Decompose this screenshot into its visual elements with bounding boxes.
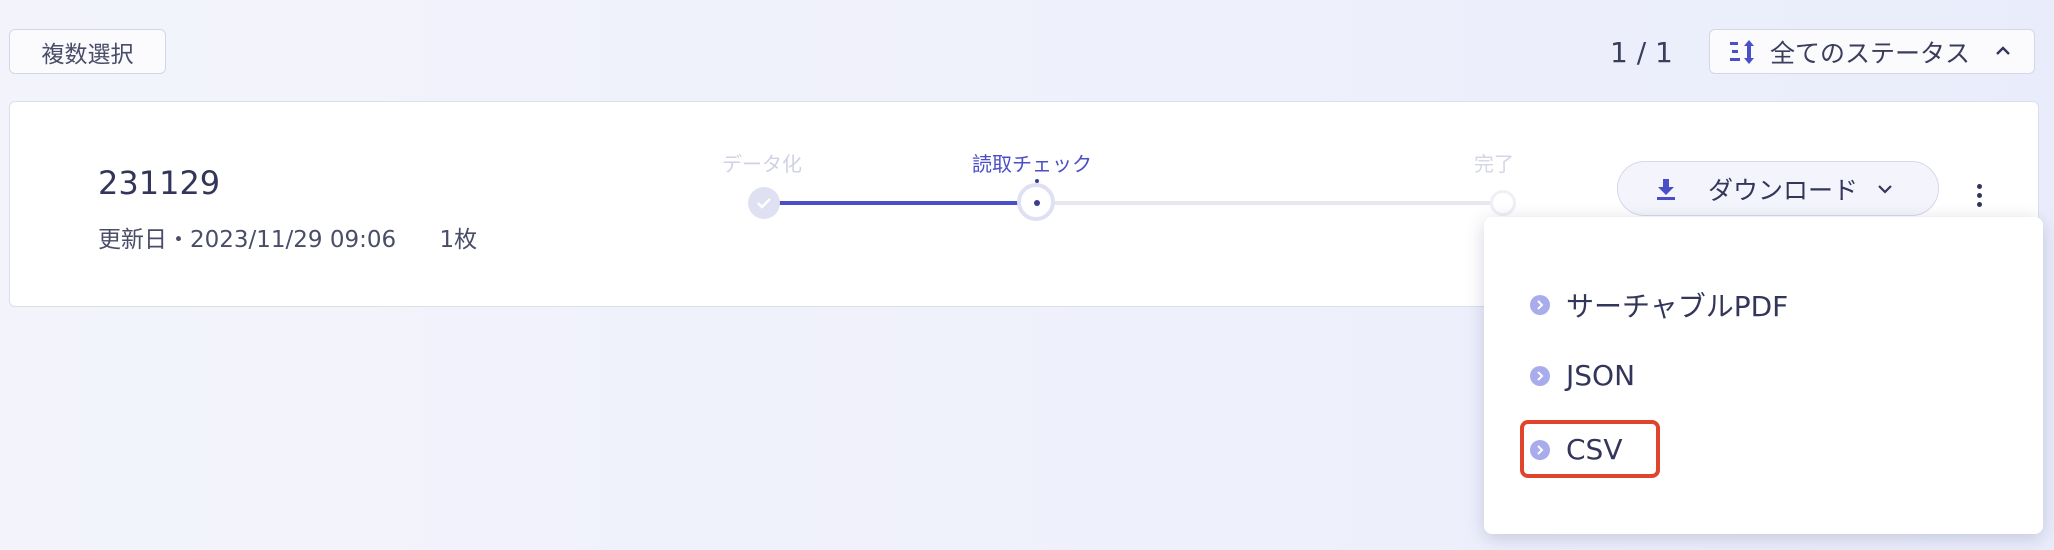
step-label-complete: 完了	[1474, 152, 1514, 176]
chevron-right-icon	[1530, 365, 1550, 386]
menu-item-label: JSON	[1566, 359, 1636, 392]
step-node-done	[748, 187, 780, 219]
document-title: 231129	[98, 164, 221, 202]
page-count: 1枚	[439, 227, 478, 253]
step-node-active	[1017, 179, 1055, 221]
menu-item-label: サーチャブルPDF	[1566, 290, 1789, 323]
multi-select-button[interactable]: 複数選択	[9, 29, 166, 74]
step-label-check: 読取チェック	[972, 152, 1092, 176]
download-menu: サーチャブルPDF JSON CSV	[1484, 217, 2043, 534]
updated-date: 更新日・2023/11/29 09:06	[98, 227, 397, 253]
download-button[interactable]: ダウンロード	[1617, 161, 1939, 216]
progress-line-pending	[1032, 201, 1506, 205]
menu-item-json[interactable]: JSON	[1530, 359, 1635, 392]
check-icon	[757, 198, 771, 209]
status-filter-label: 全てのステータス	[1770, 38, 1971, 68]
pagination-indicator: 1 / 1	[1610, 36, 1673, 69]
chevron-right-icon	[1530, 295, 1550, 315]
menu-item-label: CSV	[1566, 433, 1623, 466]
download-icon	[1657, 178, 1675, 200]
document-meta: 更新日・2023/11/29 09:06 1枚	[98, 220, 477, 254]
menu-item-searchable-pdf[interactable]: サーチャブルPDF	[1530, 285, 1788, 325]
progress-line-done	[762, 201, 1032, 205]
chevron-down-icon	[1878, 185, 1892, 194]
chevron-right-icon	[1530, 439, 1550, 460]
more-vert-icon[interactable]	[1967, 176, 1991, 214]
status-filter-dropdown[interactable]: 全てのステータス	[1709, 29, 2035, 74]
sort-icon	[1730, 39, 1754, 64]
chevron-up-icon	[1996, 46, 2010, 55]
step-node-pending	[1490, 190, 1516, 216]
download-label: ダウンロード	[1708, 175, 1859, 205]
menu-item-csv[interactable]: CSV	[1530, 433, 1622, 466]
step-label-data: データ化	[722, 152, 802, 176]
